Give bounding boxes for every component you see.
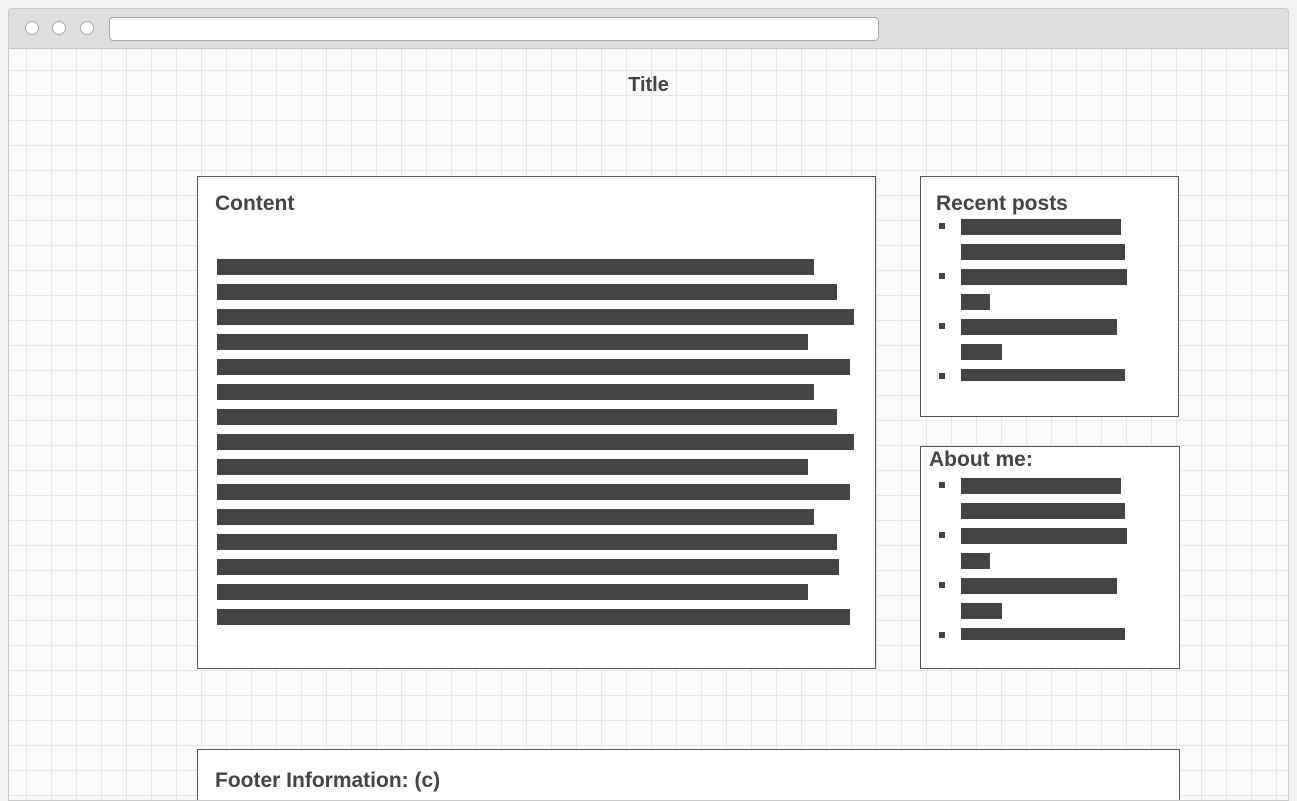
address-bar[interactable] — [109, 17, 879, 41]
text-line-placeholder — [961, 269, 1127, 285]
text-line-placeholder — [217, 534, 837, 550]
text-line-placeholder — [217, 334, 808, 350]
content-panel: Content — [197, 176, 876, 669]
text-line-placeholder — [217, 284, 837, 300]
text-line-placeholder — [961, 578, 1117, 594]
footer-panel: Footer Information: (c) — [197, 749, 1180, 800]
list-item[interactable] — [939, 319, 1127, 360]
page-title: Title — [628, 74, 669, 96]
text-line-placeholder — [217, 359, 850, 375]
window-minimize-button[interactable] — [52, 21, 66, 35]
list-item[interactable] — [939, 478, 1127, 519]
text-line-placeholder — [961, 603, 1002, 619]
text-line-placeholder — [217, 459, 808, 475]
browser-titlebar — [9, 9, 1288, 49]
text-line-placeholder — [217, 259, 814, 275]
text-line-placeholder — [961, 503, 1125, 519]
list-item[interactable] — [939, 528, 1127, 569]
text-line-placeholder — [217, 559, 839, 575]
about-me-heading: About me: — [929, 448, 1033, 471]
list-item[interactable] — [939, 369, 1127, 381]
content-text-placeholder — [217, 259, 854, 634]
text-line-placeholder — [961, 344, 1002, 360]
text-line-placeholder — [961, 294, 990, 310]
text-line-placeholder — [961, 628, 1125, 640]
text-line-placeholder — [217, 609, 850, 625]
text-line-placeholder — [217, 484, 850, 500]
text-line-placeholder — [961, 528, 1127, 544]
list-item[interactable] — [939, 269, 1127, 310]
text-line-placeholder — [217, 584, 808, 600]
text-line-placeholder — [961, 244, 1125, 260]
bullet-icon — [939, 273, 945, 279]
text-line-placeholder — [961, 319, 1117, 335]
recent-posts-list — [939, 219, 1127, 390]
bullet-icon — [939, 482, 945, 488]
text-line-placeholder — [217, 384, 814, 400]
page-viewport: Title Content Recent posts About me: Foo… — [9, 49, 1288, 800]
about-me-list — [939, 478, 1127, 649]
content-heading: Content — [215, 192, 295, 215]
text-line-placeholder — [961, 478, 1121, 494]
bullet-icon — [939, 373, 945, 379]
recent-posts-heading: Recent posts — [936, 192, 1068, 215]
window-maximize-button[interactable] — [80, 21, 94, 35]
text-line-placeholder — [217, 509, 814, 525]
text-line-placeholder — [217, 309, 854, 325]
bullet-icon — [939, 223, 945, 229]
text-line-placeholder — [961, 553, 990, 569]
bullet-icon — [939, 532, 945, 538]
text-line-placeholder — [217, 409, 837, 425]
window-close-button[interactable] — [25, 21, 39, 35]
bullet-icon — [939, 323, 945, 329]
about-me-panel: About me: — [920, 446, 1180, 669]
text-line-placeholder — [961, 219, 1121, 235]
footer-text: Footer Information: (c) — [215, 769, 441, 792]
list-item[interactable] — [939, 219, 1127, 260]
bullet-icon — [939, 582, 945, 588]
list-item[interactable] — [939, 578, 1127, 619]
text-line-placeholder — [961, 369, 1125, 381]
text-line-placeholder — [217, 434, 854, 450]
browser-window: Title Content Recent posts About me: Foo… — [8, 8, 1289, 801]
bullet-icon — [939, 632, 945, 638]
recent-posts-panel: Recent posts — [920, 176, 1179, 417]
list-item[interactable] — [939, 628, 1127, 640]
